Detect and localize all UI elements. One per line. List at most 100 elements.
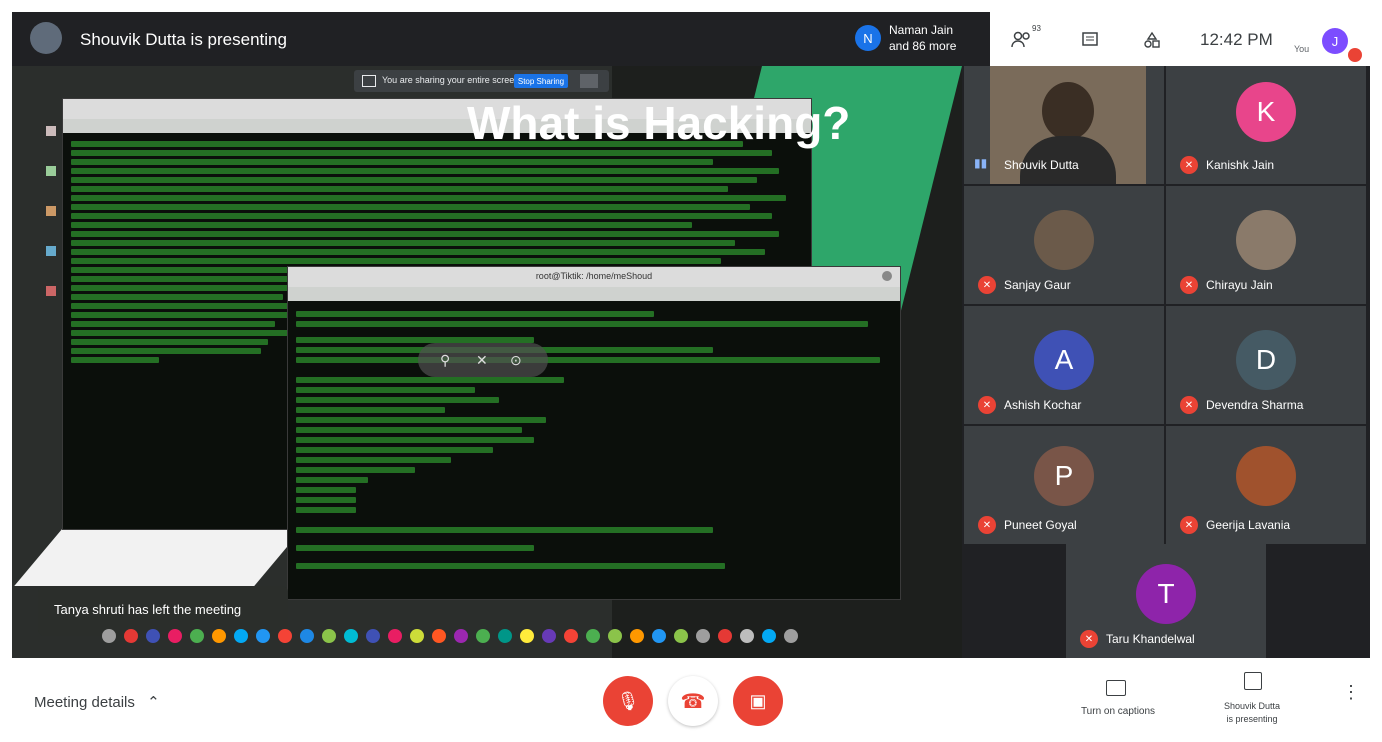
- people-icon[interactable]: [1010, 28, 1034, 52]
- chevron-up-icon: ⌃: [147, 694, 160, 711]
- presenting-status-label[interactable]: Shouvik Dutta is presenting: [1212, 700, 1292, 726]
- dock-icon[interactable]: [366, 629, 380, 643]
- notification-text: Tanya shruti has left the meeting: [54, 602, 242, 617]
- chat-icon[interactable]: [1078, 28, 1102, 52]
- dock-icon[interactable]: [124, 629, 138, 643]
- participant-tile[interactable]: ✕ Sanjay Gaur: [964, 186, 1164, 304]
- you-label: You: [1294, 44, 1310, 54]
- dock-icon[interactable]: [190, 629, 204, 643]
- participant-tile[interactable]: K ✕ Kanishk Jain: [1166, 66, 1366, 184]
- activities-icon[interactable]: [1140, 28, 1164, 52]
- participants-summary: Naman Jain and 86 more: [889, 23, 957, 53]
- slide-title: What is Hacking?: [467, 97, 851, 149]
- dock-icon[interactable]: [234, 629, 248, 643]
- dock-icon[interactable]: [586, 629, 600, 643]
- dock-icon[interactable]: [696, 629, 710, 643]
- dock-icon[interactable]: [454, 629, 468, 643]
- dock-icon[interactable]: [432, 629, 446, 643]
- dock-icon[interactable]: [300, 629, 314, 643]
- captions-button-label[interactable]: Turn on captions: [1068, 706, 1168, 717]
- participant-tile[interactable]: ▮▮ Shouvik Dutta: [964, 66, 1164, 184]
- meeting-details-button[interactable]: Meeting details ⌃: [34, 693, 160, 711]
- participant-count-badge: 93: [1032, 24, 1041, 33]
- terminal-menubar[interactable]: [288, 287, 900, 301]
- meeting-controls-bar: Meeting details ⌃ 🎙 ☎ ▣ Turn on captions…: [0, 658, 1382, 742]
- top-right-controls: 93 12:42 PM You J: [990, 12, 1370, 68]
- dock-icon[interactable]: [476, 629, 490, 643]
- screen-share-banner: You are sharing your entire screen Stop …: [354, 70, 609, 92]
- participant-avatar: K: [1236, 82, 1296, 142]
- dock-icon[interactable]: [410, 629, 424, 643]
- participant-tile[interactable]: T ✕ Taru Khandelwal: [1066, 544, 1266, 658]
- participant-avatar: D: [1236, 330, 1296, 390]
- dock-icon[interactable]: [256, 629, 270, 643]
- pin-icon[interactable]: ⚲: [440, 352, 450, 369]
- more-icon[interactable]: ⊙: [510, 352, 522, 369]
- mic-off-icon: ✕: [1180, 276, 1198, 294]
- participant-photo: [1236, 446, 1296, 506]
- participant-name: Puneet Goyal: [1004, 518, 1077, 532]
- dock-icon[interactable]: [718, 629, 732, 643]
- leave-call-button[interactable]: ☎: [668, 676, 718, 726]
- participant-tile[interactable]: P ✕ Puneet Goyal: [964, 426, 1164, 544]
- mic-toggle-button[interactable]: 🎙: [603, 676, 653, 726]
- participant-tile[interactable]: ✕ Chirayu Jain: [1166, 186, 1366, 304]
- desktop-dock: [102, 629, 862, 655]
- desktop-launcher: [46, 126, 58, 546]
- participant-initial-avatar: N: [855, 25, 881, 51]
- dock-icon[interactable]: [564, 629, 578, 643]
- captions-icon[interactable]: [1106, 680, 1126, 696]
- participant-avatar: P: [1034, 446, 1094, 506]
- participant-name: Kanishk Jain: [1206, 158, 1275, 172]
- present-now-icon[interactable]: [1244, 672, 1262, 690]
- participant-name: Taru Khandelwal: [1106, 632, 1195, 646]
- dock-icon[interactable]: [608, 629, 622, 643]
- dock-icon[interactable]: [322, 629, 336, 643]
- participant-tile[interactable]: ✕ Geerija Lavania: [1166, 426, 1366, 544]
- shared-screen: What is Hacking? root@Tiktik: /home/meSh…: [12, 66, 962, 658]
- terminal-window-front[interactable]: root@Tiktik: /home/meShoud ⚲ ✕ ⊙: [287, 266, 901, 600]
- dock-icon[interactable]: [542, 629, 556, 643]
- terminal-close-icon[interactable]: [882, 271, 892, 281]
- dock-icon[interactable]: [388, 629, 402, 643]
- dock-icon[interactable]: [344, 629, 358, 643]
- dock-icon[interactable]: [212, 629, 226, 643]
- participant-tile[interactable]: A ✕ Ashish Kochar: [964, 306, 1164, 424]
- terminal-title: root@Tiktik: /home/meShoud: [535, 271, 653, 281]
- terminal-titlebar[interactable]: root@Tiktik: /home/meShoud: [288, 267, 900, 287]
- presenting-status-line2: is presenting: [1226, 714, 1278, 724]
- participant-name: Chirayu Jain: [1206, 278, 1273, 292]
- participant-photo: [1236, 210, 1296, 270]
- video-off-icon: ▣: [749, 690, 767, 711]
- dock-icon[interactable]: [784, 629, 798, 643]
- dock-icon[interactable]: [762, 629, 776, 643]
- dock-icon[interactable]: [102, 629, 116, 643]
- dock-icon[interactable]: [630, 629, 644, 643]
- stop-sharing-button[interactable]: Stop Sharing: [514, 74, 568, 88]
- dock-icon[interactable]: [520, 629, 534, 643]
- mute-icon[interactable]: ✕: [476, 352, 488, 369]
- mic-off-icon: ✕: [1080, 630, 1098, 648]
- screen-share-icon: [362, 75, 376, 87]
- dock-icon[interactable]: [674, 629, 688, 643]
- participant-avatar: A: [1034, 330, 1094, 390]
- dock-icon[interactable]: [652, 629, 666, 643]
- speaking-indicator-icon: ▮▮: [974, 156, 988, 170]
- dock-icon[interactable]: [498, 629, 512, 643]
- hide-banner-button[interactable]: [580, 74, 598, 88]
- dock-icon[interactable]: [146, 629, 160, 643]
- participants-chip[interactable]: N Naman Jain and 86 more: [847, 22, 987, 56]
- dock-icon[interactable]: [278, 629, 292, 643]
- mic-off-icon: ✕: [1180, 516, 1198, 534]
- presenter-bar: Shouvik Dutta is presenting N Naman Jain…: [12, 12, 990, 66]
- dock-icon[interactable]: [740, 629, 754, 643]
- camera-toggle-button[interactable]: ▣: [733, 676, 783, 726]
- presenting-status-line1: Shouvik Dutta: [1223, 701, 1281, 711]
- presenter-avatar: [30, 22, 62, 54]
- participant-tile[interactable]: D ✕ Devendra Sharma: [1166, 306, 1366, 424]
- my-avatar[interactable]: J: [1322, 28, 1348, 54]
- clock: 12:42 PM: [1200, 30, 1273, 49]
- more-options-icon[interactable]: ⋮: [1342, 683, 1360, 701]
- participant-name: Sanjay Gaur: [1004, 278, 1071, 292]
- dock-icon[interactable]: [168, 629, 182, 643]
